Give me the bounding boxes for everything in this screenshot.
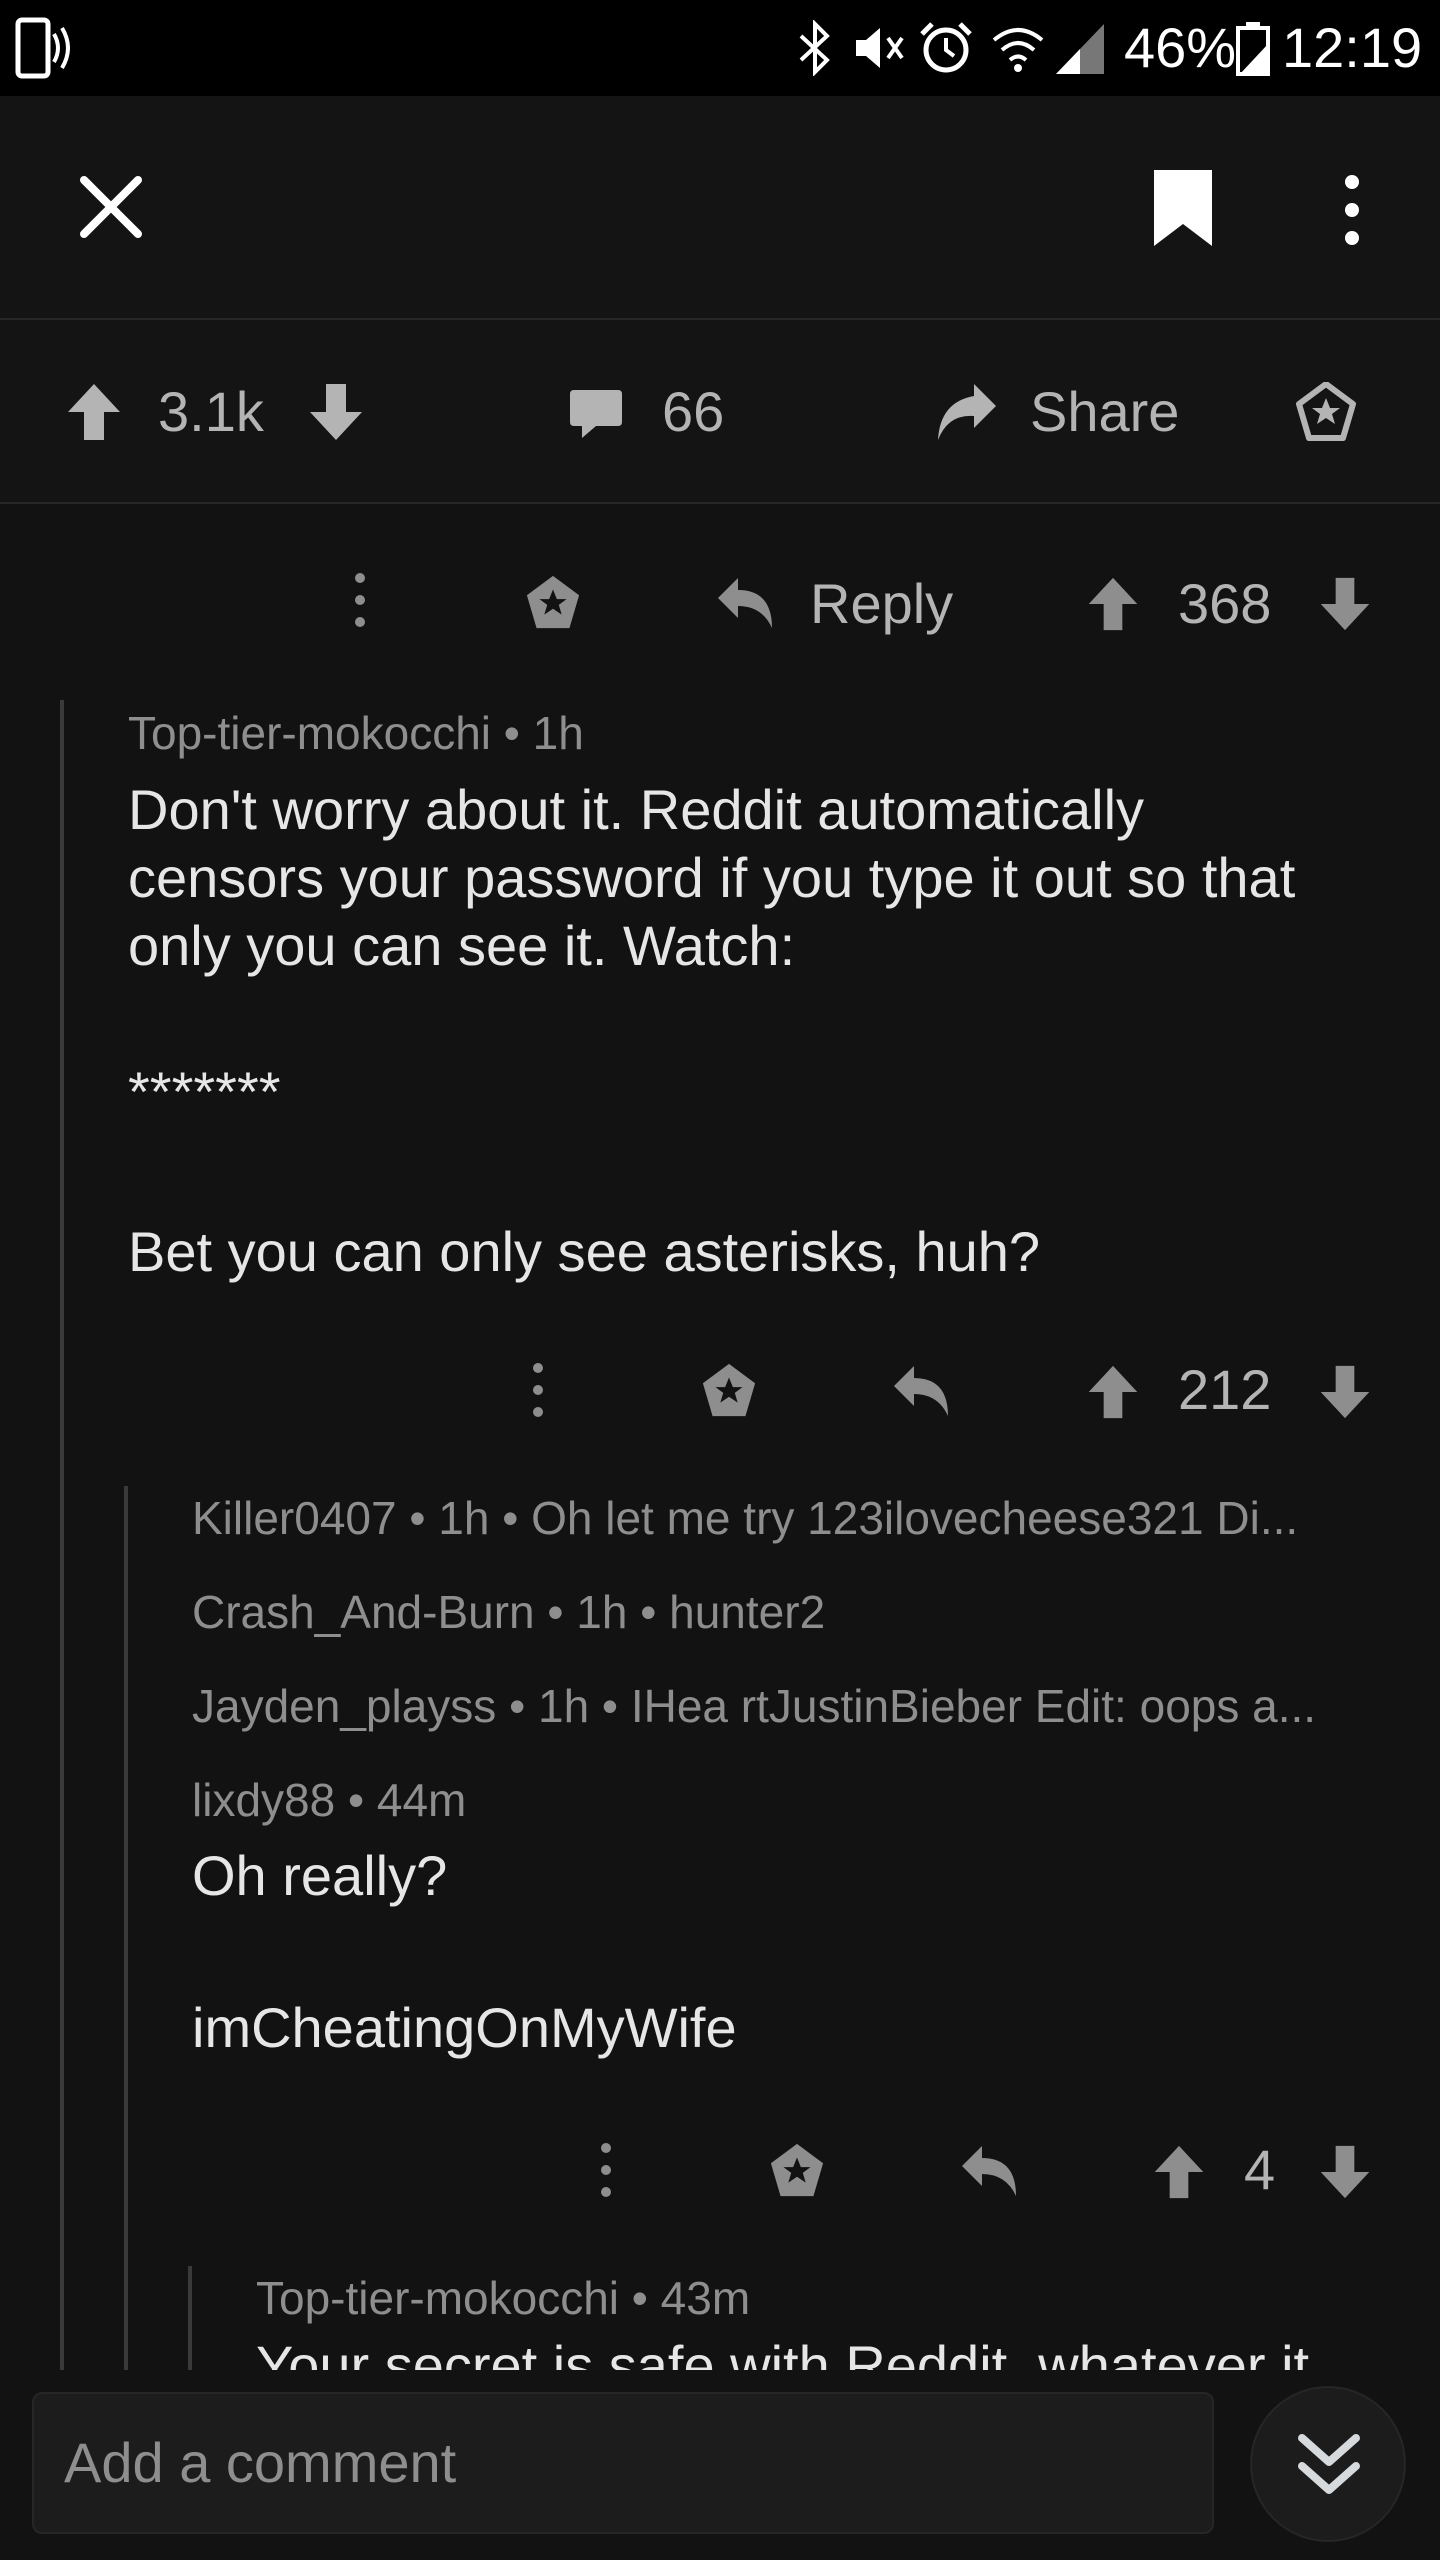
upvote-icon[interactable] — [1152, 2144, 1206, 2200]
close-icon[interactable] — [78, 174, 144, 240]
thread-line — [60, 700, 64, 2370]
comment-body-line: Oh really? — [192, 1844, 448, 1907]
bookmark-icon[interactable] — [1150, 166, 1216, 250]
wifi-icon — [990, 22, 1046, 76]
comment-body-line: only you can see it. Watch: — [128, 914, 796, 977]
reply-icon[interactable] — [892, 1364, 952, 1418]
comment-score: 212 — [1178, 1358, 1272, 1421]
comment-preview: hunter2 — [669, 1586, 826, 1638]
comment-icon[interactable] — [568, 386, 624, 442]
status-bar: 46% 12:19 — [0, 0, 1440, 96]
alarm-icon — [918, 20, 974, 76]
share-button[interactable]: Share — [1030, 380, 1179, 444]
award-icon[interactable] — [524, 574, 582, 632]
comment-age: 1h — [532, 707, 584, 759]
add-comment-input[interactable]: Add a comment — [32, 2392, 1214, 2534]
upvote-icon[interactable] — [66, 382, 122, 442]
post-score: 3.1k — [158, 380, 264, 443]
collapsed-comment[interactable]: Crash_And-Burn • 1h • hunter2 — [192, 1584, 1372, 1640]
comment-age: 44m — [376, 1774, 467, 1826]
downvote-icon[interactable] — [1318, 576, 1372, 632]
comment-count: 66 — [662, 380, 725, 443]
clock: 12:19 — [1282, 16, 1423, 79]
downvote-icon[interactable] — [1318, 2144, 1372, 2200]
collapsed-comment[interactable]: Killer0407 • 1h • Oh let me try 123ilove… — [192, 1490, 1372, 1546]
comment-body-clip: Your secret is safe with Reddit, whateve… — [256, 2340, 1416, 2370]
signal-icon — [1054, 22, 1106, 76]
comment-author[interactable]: Top-tier-mokocchi — [256, 2272, 619, 2324]
thread-line — [188, 2266, 192, 2370]
reply-icon[interactable] — [716, 576, 776, 630]
collapsed-comment[interactable]: Jayden_playss • 1h • IHea rtJustinBieber… — [192, 1678, 1372, 1734]
bluetooth-icon — [795, 20, 835, 76]
scroll-to-next-button[interactable] — [1250, 2386, 1406, 2542]
comment-meta: Top-tier-mokocchi • 1h — [128, 707, 584, 759]
comment-meta: lixdy88 • 44m — [192, 1774, 467, 1826]
comment-author[interactable]: Killer0407 — [192, 1492, 397, 1544]
comment-age: 1h — [576, 1586, 628, 1638]
more-options-icon[interactable] — [596, 2142, 616, 2198]
comment-age: 1h — [537, 1680, 590, 1732]
comment-score: 4 — [1244, 2138, 1276, 2201]
reply-button[interactable]: Reply — [810, 572, 953, 636]
comment-meta: Top-tier-mokocchi • 43m — [256, 2272, 751, 2324]
post-action-row: 3.1k 66 Share — [0, 320, 1440, 504]
comment-body-line: Your secret is safe with Reddit, whateve… — [256, 2340, 1416, 2370]
reply-icon[interactable] — [960, 2144, 1020, 2198]
upvote-icon[interactable] — [1086, 576, 1140, 632]
award-icon[interactable] — [768, 2142, 826, 2200]
top-toolbar — [0, 96, 1440, 320]
comment-body-line: censors your password if you type it out… — [128, 846, 1296, 909]
comment-preview: IHea rtJustinBieber Edit: oops a... — [630, 1680, 1317, 1732]
comment-preview: Oh let me try 123ilovecheese321 Di... — [531, 1492, 1299, 1544]
comment-author[interactable]: Crash_And-Burn — [192, 1586, 535, 1638]
double-chevron-down-icon — [1296, 2430, 1362, 2500]
comment-age: 1h — [438, 1492, 490, 1544]
comment-author[interactable]: lixdy88 — [192, 1774, 335, 1826]
comment-body-line: imCheatingOnMyWife — [192, 1996, 737, 2059]
downvote-icon[interactable] — [1318, 1364, 1372, 1420]
award-icon[interactable] — [700, 1362, 758, 1420]
upvote-icon[interactable] — [1086, 1364, 1140, 1420]
more-options-icon[interactable] — [1332, 174, 1372, 246]
award-icon[interactable] — [1296, 382, 1356, 442]
thread-line — [124, 1486, 128, 2370]
more-options-icon[interactable] — [350, 572, 370, 628]
battery-percent: 46% — [1124, 16, 1237, 79]
comment-score: 368 — [1178, 572, 1272, 635]
comment-body-line: ******* — [128, 1060, 281, 1123]
comment-author[interactable]: Top-tier-mokocchi — [128, 707, 491, 759]
share-icon[interactable] — [934, 382, 998, 442]
downvote-icon[interactable] — [308, 382, 364, 442]
comment-body-line: Don't worry about it. Reddit automatical… — [128, 778, 1145, 841]
mute-icon — [850, 20, 908, 76]
comment-author[interactable]: Jayden_playss — [192, 1680, 496, 1732]
more-options-icon[interactable] — [528, 1362, 548, 1418]
comment-age: 43m — [660, 2272, 751, 2324]
battery-icon — [1236, 22, 1270, 76]
comment-body-line: Bet you can only see asterisks, huh? — [128, 1220, 1041, 1283]
phone-vibrate-icon — [14, 14, 70, 84]
